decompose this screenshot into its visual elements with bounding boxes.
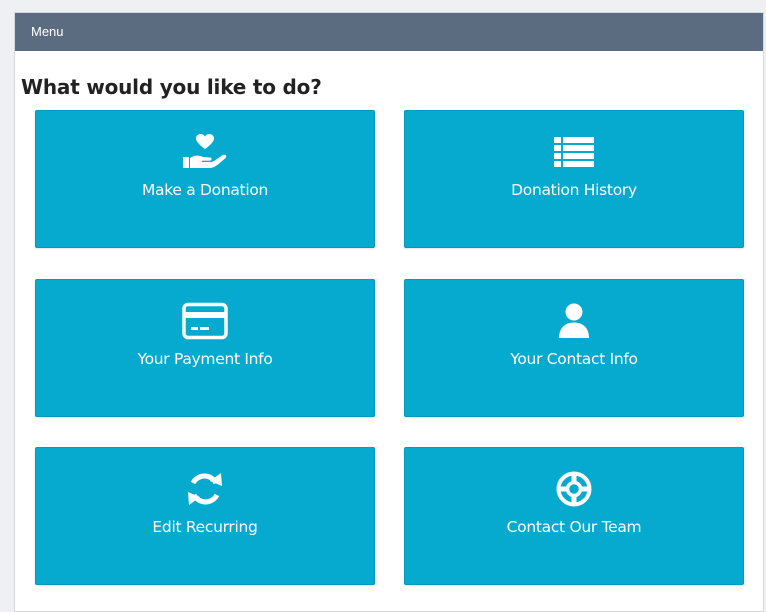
menu-panel: Menu What would you like to do? Make a D… [14, 12, 764, 612]
hand-heart-icon [36, 133, 374, 171]
donation-history-button[interactable]: Donation History [404, 110, 744, 248]
payment-info-button[interactable]: Your Payment Info [35, 279, 375, 417]
contact-team-label: Contact Our Team [506, 518, 642, 536]
contact-team-button[interactable]: Contact Our Team [404, 447, 744, 585]
donation-history-label: Donation History [511, 181, 637, 199]
menu-header: Menu [15, 13, 763, 51]
credit-card-icon [36, 302, 374, 340]
lifesaver-icon [405, 470, 743, 508]
user-icon [405, 302, 743, 340]
menu-header-title: Menu [31, 24, 64, 39]
make-donation-label: Make a Donation [141, 181, 269, 199]
edit-recurring-button[interactable]: Edit Recurring [35, 447, 375, 585]
contact-info-button[interactable]: Your Contact Info [404, 279, 744, 417]
list-icon [405, 133, 743, 171]
make-donation-button[interactable]: Make a Donation [35, 110, 375, 248]
page-title: What would you like to do? [21, 75, 322, 99]
sync-icon [36, 470, 374, 508]
edit-recurring-label: Edit Recurring [152, 518, 258, 536]
payment-info-label: Your Payment Info [137, 350, 273, 368]
contact-info-label: Your Contact Info [510, 350, 638, 368]
